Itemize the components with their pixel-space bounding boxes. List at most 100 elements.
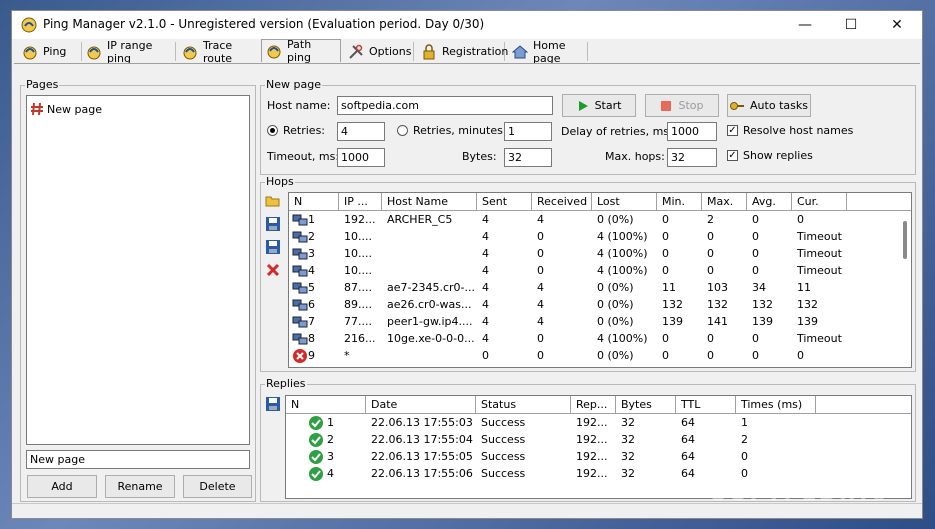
add-page-button[interactable]: Add (27, 475, 97, 498)
tab-options[interactable]: Options (344, 42, 414, 61)
delete-page-button[interactable]: Delete (183, 475, 252, 498)
reply-row[interactable]: 1 22.06.13 17:55:03 Success 192... 32 64 1 (286, 414, 911, 431)
hop-row[interactable]: 6 89.... ae26.cr0-was... 4 4 0 (0%) 132 132 132 1… (289, 296, 899, 313)
reply-cell: Success (481, 433, 526, 446)
retries-minutes-input[interactable]: 1 (504, 122, 552, 141)
hop-row[interactable]: 2 10.... 4 0 4 (100%) 0 0 0 Timeout (289, 228, 899, 245)
max-hops-input[interactable]: 32 (667, 148, 717, 167)
host-name-input[interactable]: softpedia.com (337, 96, 553, 115)
stop-button[interactable]: Stop (645, 94, 719, 117)
hops-column-header[interactable]: Min. (657, 193, 702, 210)
success-check-icon (309, 433, 323, 447)
tab-trace-route[interactable]: Trace route (178, 39, 266, 65)
reply-row[interactable]: 2 22.06.13 17:55:04 Success 192... 32 64 2 (286, 431, 911, 448)
maximize-button[interactable]: ☐ (828, 11, 874, 39)
retries-radio[interactable] (267, 125, 278, 136)
bytes-input[interactable]: 32 (504, 148, 552, 167)
show-replies-checkbox[interactable]: ✓ (727, 150, 738, 161)
page-name-input[interactable]: New page (26, 450, 250, 469)
reply-cell: 32 (621, 467, 635, 480)
hops-column-header[interactable]: Sent (477, 193, 532, 210)
hops-column-header[interactable]: Cur. (792, 193, 847, 210)
hop-cell: 4 (482, 213, 489, 226)
success-check-icon (309, 416, 323, 430)
reply-cell: 0 (741, 467, 748, 480)
clear-icon[interactable] (265, 262, 281, 278)
hop-cell: ae26.cr0-was... (387, 298, 472, 311)
auto-tasks-button[interactable]: Auto tasks (727, 94, 811, 117)
replies-column-header[interactable]: Status (476, 396, 571, 413)
reply-row[interactable]: 4 22.06.13 17:55:06 Success 192... 32 64 0 (286, 465, 911, 482)
tab-bar: Ping IP range ping Trace route Path ping Opt… (12, 38, 922, 65)
hop-row[interactable]: 1 192... ARCHER_C5 4 4 0 (0%) 0 2 0 0 (289, 211, 899, 228)
retries-input[interactable]: 4 (337, 122, 385, 141)
hops-scroll-thumb[interactable] (903, 221, 907, 259)
tab-ping[interactable]: Ping (18, 42, 82, 61)
replies-group-label: Replies (265, 377, 307, 390)
hops-column-header[interactable]: IP ... (339, 193, 382, 210)
rename-page-button[interactable]: Rename (105, 475, 175, 498)
reply-row[interactable]: 3 22.06.13 17:55:05 Success 192... 32 64 0 (286, 448, 911, 465)
hop-row[interactable]: 4 10.... 4 0 4 (100%) 0 0 0 Timeout (289, 262, 899, 279)
save-as-icon[interactable] (265, 239, 281, 255)
replies-column-header[interactable]: Rep... (571, 396, 616, 413)
hop-cell: 4 (482, 281, 489, 294)
close-button[interactable]: ✕ (874, 11, 920, 39)
pages-list[interactable]: New page (26, 95, 250, 445)
timeout-input[interactable]: 1000 (337, 148, 385, 167)
hops-group-label: Hops (265, 175, 295, 188)
hop-row[interactable]: 7 77.... peer1-gw.ip4.... 4 4 0 (0%) 139 141 139… (289, 313, 899, 330)
hop-cell: 0 (482, 349, 489, 362)
replies-column-header[interactable]: Date (366, 396, 476, 413)
hops-column-header[interactable]: Received (532, 193, 592, 210)
replies-column-header[interactable]: Bytes (616, 396, 676, 413)
replies-column-header[interactable]: Times (ms) (736, 396, 816, 413)
hop-cell: 0 (537, 247, 544, 260)
hops-column-header[interactable]: Host Name (382, 193, 477, 210)
tab-home-page[interactable]: Home page (508, 39, 588, 65)
hop-row[interactable]: 3 10.... 4 0 4 (100%) 0 0 0 Timeout (289, 245, 899, 262)
hops-column-header[interactable]: Max. (702, 193, 747, 210)
hops-column-header[interactable]: N (289, 193, 339, 210)
title-bar[interactable]: Ping Manager v2.1.0 - Unregistered versi… (12, 11, 922, 39)
save-icon[interactable] (265, 216, 281, 232)
resolve-host-names-checkbox[interactable]: ✓ (727, 125, 738, 136)
hop-cell: 0 (707, 230, 714, 243)
save-replies-icon[interactable] (265, 396, 281, 412)
hop-row[interactable]: 5 87.... ae7-2345.cr0-... 4 4 0 (0%) 11 103 34 11 (289, 279, 899, 296)
hop-cell: 0 (797, 349, 804, 362)
hop-cell: 139 (662, 315, 683, 328)
reply-cell: Success (481, 467, 526, 480)
hop-cell: 8 (308, 332, 315, 345)
reply-cell: 3 (327, 450, 334, 463)
tab-path-ping[interactable]: Path ping (261, 38, 341, 64)
minimize-button[interactable]: — (782, 11, 828, 39)
open-folder-icon[interactable] (265, 193, 281, 209)
replies-column-header[interactable]: N (286, 396, 366, 413)
hop-cell: Timeout (797, 264, 842, 277)
hop-cell: 0 (0%) (597, 298, 634, 311)
lock-icon (423, 43, 435, 59)
hop-row[interactable]: 8 216... 10ge.xe-0-0-0... 4 0 4 (100%) 0 0 0 Time… (289, 330, 899, 347)
hops-column-header[interactable]: Lost (592, 193, 657, 210)
hops-table[interactable]: N IP ... Host Name Sent Received Lost Min. Max.… (288, 192, 912, 368)
hop-cell: 7 (308, 315, 315, 328)
hop-cell: ARCHER_C5 (387, 213, 453, 226)
retries-minutes-radio[interactable] (397, 125, 408, 136)
page-list-item[interactable]: New page (30, 101, 102, 117)
reply-cell: 64 (681, 433, 695, 446)
replies-column-header[interactable]: TTL (676, 396, 736, 413)
hops-column-header[interactable]: Avg. (747, 193, 792, 210)
tab-ip-range-ping[interactable]: IP range ping (82, 39, 176, 65)
tab-registration[interactable]: Registration (417, 42, 508, 61)
hop-cell: 0 (662, 247, 669, 260)
hop-cell: ae7-2345.cr0-... (387, 281, 475, 294)
start-button[interactable]: Start (562, 94, 636, 117)
tab-label: Trace route (203, 38, 233, 65)
replies-table-header: N Date Status Rep... Bytes TTL Times (ms) (286, 396, 911, 414)
hop-row[interactable]: 9 * 0 0 0 (0%) 0 0 0 0 (289, 347, 899, 364)
reply-cell: 2 (741, 433, 748, 446)
delay-input[interactable]: 1000 (667, 122, 717, 141)
hops-scrollbar[interactable] (900, 211, 910, 367)
stop-button-label: Stop (678, 99, 704, 112)
